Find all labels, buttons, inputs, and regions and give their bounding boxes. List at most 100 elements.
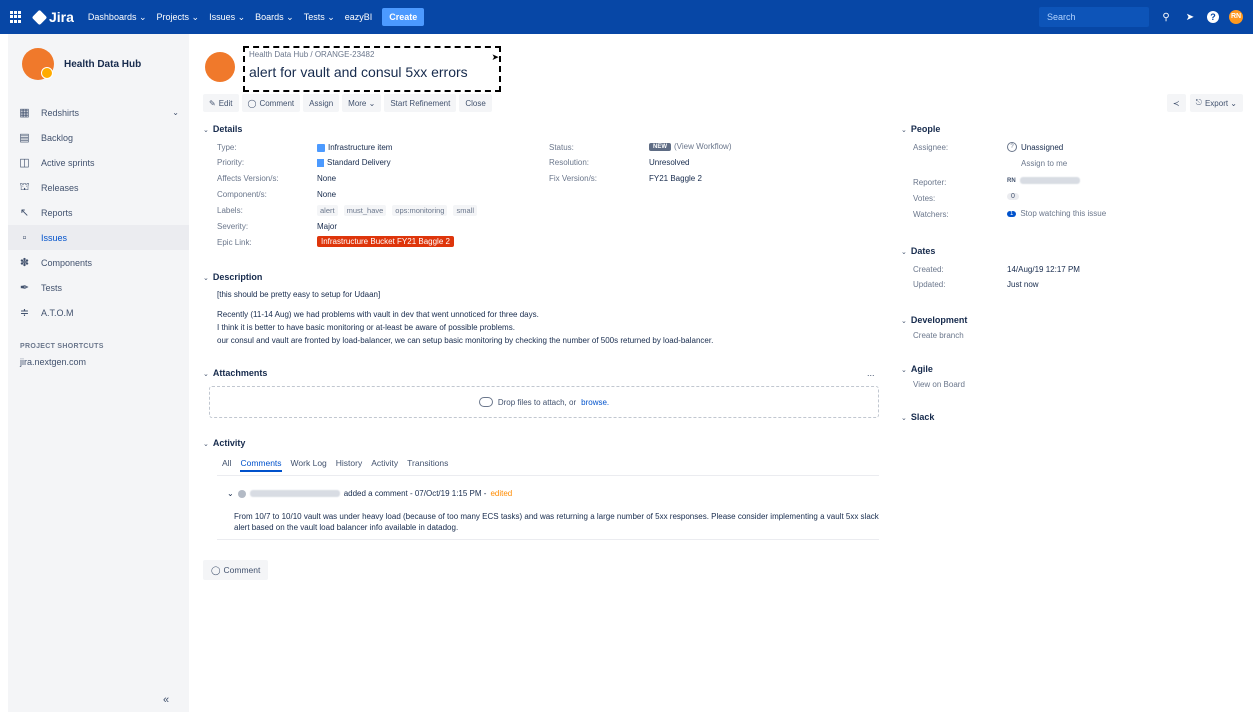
updated-label: Updated: [913,280,946,289]
browse-link[interactable]: browse. [581,398,609,407]
affects-version-value[interactable]: None [317,174,336,183]
shortcut-link[interactable]: jira.nextgen.com [8,357,189,367]
watchers-value[interactable]: 1 Stop watching this issue [1007,209,1106,218]
search-input[interactable]: Search [1039,7,1149,27]
notifications-icon[interactable]: ➤ [1183,10,1197,24]
view-workflow-link[interactable]: (View Workflow) [674,142,732,151]
tab-all[interactable]: All [222,458,231,472]
sidebar-item-tests[interactable]: ✒ Tests [8,275,189,300]
label-chip[interactable]: must_have [343,205,387,216]
status-label: Status: [549,143,574,152]
labels-value[interactable]: alert must_have ops:monitoring small [317,205,480,216]
label-chip[interactable]: alert [317,205,338,216]
sidebar-item-backlog[interactable]: ▤ Backlog [8,125,189,150]
watchers-count: 1 [1007,210,1017,217]
sidebar-item-active-sprints[interactable]: ◫ Active sprints [8,150,189,175]
help-icon[interactable]: ? [1207,11,1219,23]
description-line: I think it is better to have basic monit… [217,323,515,332]
attachment-dropzone[interactable]: Drop files to attach, or browse. [209,386,879,418]
comment-icon: ◯ [247,98,257,108]
view-on-board-link[interactable]: View on Board [913,380,965,389]
label-chip[interactable]: ops:monitoring [392,205,448,216]
slack-heading[interactable]: ⌄ Slack [901,412,934,422]
chevron-down-icon[interactable]: ⌄ [227,489,234,498]
description-line: [this should be pretty easy to setup for… [217,290,381,299]
resolution-label: Resolution: [549,158,590,167]
tab-transitions[interactable]: Transitions [407,458,448,472]
development-heading[interactable]: ⌄ Development [901,315,967,325]
people-heading[interactable]: ⌄ People [901,124,940,134]
export-button[interactable]: ⎋ Export ⌄ [1189,94,1243,112]
tab-work-log[interactable]: Work Log [291,458,327,472]
upload-icon [478,397,493,407]
divider [217,539,879,540]
chevron-down-icon: ⌄ [901,318,907,325]
type-value[interactable]: Infrastructure item [317,143,392,152]
status-value: NEW (View Workflow) [649,142,732,151]
comment-button[interactable]: ◯ Comment [203,560,269,580]
sidebar-item-releases[interactable]: ⛫ Releases [8,175,189,200]
more-actions-icon[interactable]: ... [867,368,875,378]
sidebar-item-issues[interactable]: ▫ Issues [8,225,189,250]
nav-dashboards[interactable]: Dashboards ⌄ [88,12,147,23]
severity-value[interactable]: Major [317,222,337,231]
epic-link-chip[interactable]: Infrastructure Bucket FY21 Baggle 2 [317,236,454,247]
create-branch-link[interactable]: Create branch [913,331,964,340]
nav-boards[interactable]: Boards ⌄ [255,12,294,23]
close-button[interactable]: Close [459,94,492,112]
fix-version-value[interactable]: FY21 Baggle 2 [649,174,702,183]
jira-logo[interactable]: Jira [31,9,74,25]
tab-history[interactable]: History [336,458,362,472]
sidebar-item-atom[interactable]: ≑ A.T.O.M [8,300,189,325]
priority-value[interactable]: Standard Delivery [317,158,391,167]
app-switcher-icon[interactable] [10,11,22,23]
sidebar-item-reports[interactable]: ↖ Reports [8,200,189,225]
type-label: Type: [217,143,237,152]
collapse-sidebar-button[interactable]: « [163,694,169,706]
share-button[interactable]: ≺ [1166,94,1186,112]
comment-button-top[interactable]: ◯ Comment [241,94,301,112]
ship-icon: ⛫ [19,180,30,193]
agile-heading[interactable]: ⌄ Agile [901,364,933,374]
issue-title[interactable]: alert for vault and consul 5xx errors [249,64,491,80]
create-button[interactable]: Create [382,8,425,26]
assign-to-me-link[interactable]: Assign to me [1021,159,1067,168]
chevron-down-icon[interactable]: ⌄ [172,108,179,117]
comment-author[interactable] [249,490,340,497]
component-label: Component/s: [217,190,267,199]
nav-issues[interactable]: Issues ⌄ [209,12,245,23]
chart-icon: ↖ [19,207,30,219]
tab-activity[interactable]: Activity [371,458,398,472]
project-name[interactable]: Health Data Hub [64,59,141,70]
comment-body: From 10/7 to 10/10 vault was under heavy… [234,512,879,532]
stop-watching-link[interactable]: Stop watching this issue [1020,209,1106,218]
activity-heading[interactable]: ⌄ Activity [203,438,245,448]
nav-eazybi[interactable]: eazyBI [345,12,373,22]
details-heading[interactable]: ⌄ Details [203,124,242,134]
start-refinement-button[interactable]: Start Refinement [384,94,457,112]
sidebar-item-redshirts[interactable]: ▦ Redshirts ⌄ [8,100,189,125]
component-value[interactable]: None [317,190,336,199]
dates-heading[interactable]: ⌄ Dates [901,246,935,256]
assignee-value[interactable]: ? Unassigned [1007,142,1063,152]
assign-button[interactable]: Assign [303,94,340,112]
project-avatar[interactable] [22,48,54,80]
edit-button[interactable]: ✎ Edit [203,94,239,112]
votes-label: Votes: [913,194,936,203]
label-chip[interactable]: small [453,205,477,216]
user-avatar[interactable]: RN [1229,10,1243,24]
nav-tests[interactable]: Tests ⌄ [304,12,335,23]
created-label: Created: [913,265,944,274]
search-icon[interactable]: ⚲ [1159,10,1173,24]
votes-count[interactable]: 0 [1007,193,1019,200]
affects-version-label: Affects Version/s: [217,174,279,183]
watchers-label: Watchers: [913,210,949,219]
description-heading[interactable]: ⌄ Description [203,272,262,282]
nav-projects[interactable]: Projects ⌄ [157,12,200,23]
attachments-heading[interactable]: ⌄ Attachments [203,368,267,378]
tab-comments[interactable]: Comments [240,458,282,472]
breadcrumb[interactable]: Health Data Hub / ORANGE-23482 [249,50,491,59]
reporter-value[interactable]: RN [1007,177,1080,184]
sidebar-item-components[interactable]: ✽ Components [8,250,189,275]
more-button[interactable]: More ⌄ [342,94,382,112]
